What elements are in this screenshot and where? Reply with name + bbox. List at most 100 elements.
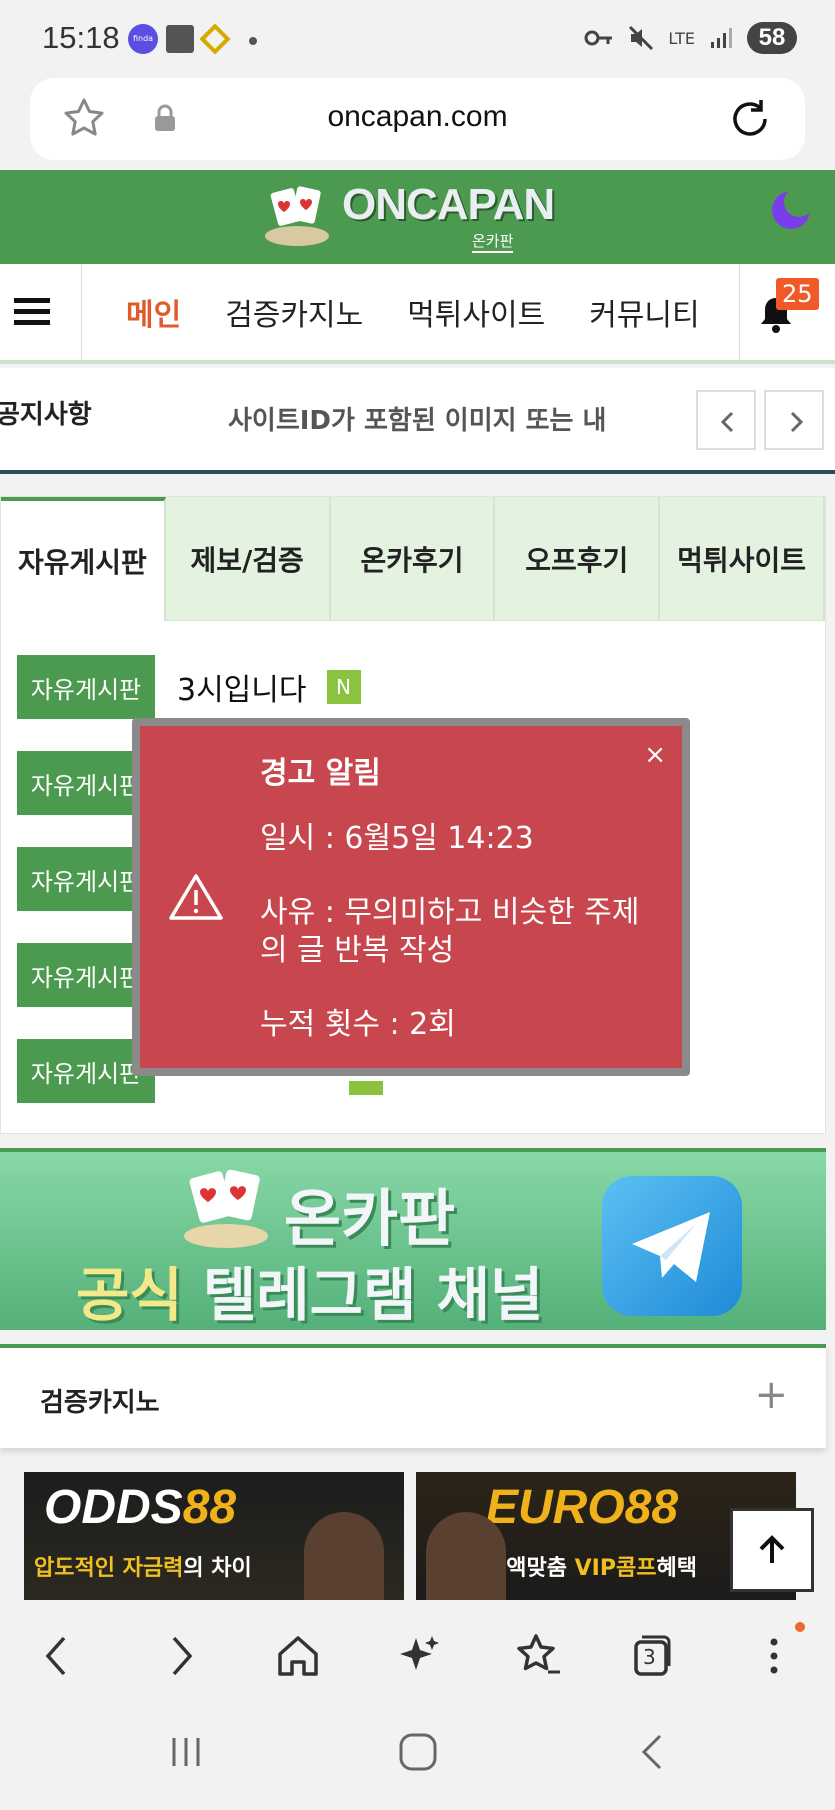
cards-logo-icon: [265, 186, 329, 246]
ad-model-image: [426, 1512, 506, 1600]
notice-text[interactable]: 사이트ID가 포함된 이미지 또는 내: [228, 400, 606, 437]
sparkle-icon[interactable]: [390, 1628, 446, 1684]
ad-brand-number: 88: [182, 1481, 237, 1534]
expand-plus-icon[interactable]: +: [754, 1372, 788, 1418]
notice-next-button[interactable]: [764, 390, 824, 450]
banner-line2: 공식 텔레그램 채널: [76, 1248, 543, 1330]
arrow-up-icon: [759, 1535, 785, 1563]
tab-scam-sites[interactable]: 먹튀사이트: [660, 497, 825, 621]
ad-tagline-highlight: VIP콤프: [574, 1556, 657, 1581]
notice-prev-button[interactable]: [696, 390, 756, 450]
ad-tagline-highlight: 압도적인 자금력: [34, 1556, 184, 1581]
hamburger-line: [14, 309, 50, 314]
site-logo[interactable]: ONCAPAN 온카판: [262, 176, 562, 256]
page: 15:18 finda LTE 58 oncapan.com ONCAPAN 온…: [0, 0, 835, 1810]
system-back-icon[interactable]: [634, 1732, 674, 1772]
warning-count: 누적 횟수 : 2회: [260, 1007, 456, 1042]
ad-tagline-end: 혜택: [656, 1556, 697, 1581]
mute-icon: [629, 25, 654, 51]
more-menu-icon[interactable]: [746, 1628, 802, 1684]
reload-icon[interactable]: [727, 96, 773, 142]
nav-items: 메인 검증카지노 먹튀사이트 커뮤니티: [82, 264, 737, 360]
finda-icon: finda: [128, 24, 158, 54]
url-text[interactable]: oncapan.com: [30, 100, 805, 134]
warning-date: 일시 : 6월5일 14:23: [260, 821, 534, 856]
notice-bar: 공지사항 사이트ID가 포함된 이미지 또는 내: [0, 368, 835, 474]
network-type: LTE: [668, 28, 695, 48]
home-button-icon[interactable]: [396, 1730, 440, 1774]
nav-item-scam-sites[interactable]: 먹튀사이트: [385, 290, 567, 334]
tab-free-board[interactable]: 자유게시판: [1, 497, 166, 621]
notification-count-badge: 25: [776, 278, 819, 310]
system-nav-bar: [0, 1710, 835, 1810]
back-icon[interactable]: [30, 1628, 86, 1684]
board-tabs: 자유게시판 제보/검증 온카후기 오프후기 먹튀사이트: [1, 497, 825, 621]
ad-tagline: 압도적인 자금력의 차이: [34, 1550, 252, 1582]
notifications-button[interactable]: 25: [739, 264, 835, 360]
tab-oncapan-reviews[interactable]: 온카후기: [330, 497, 496, 621]
tabs-count: 3: [643, 1645, 656, 1669]
modal-title: 경고 알림: [260, 756, 381, 791]
ad-tagline-rest: 의 차이: [183, 1556, 252, 1581]
status-icons: LTE 58: [584, 22, 797, 54]
ad-brand-main: ODDS: [44, 1481, 183, 1534]
banner-line1: 온카판: [284, 1182, 456, 1255]
menu-notification-dot: [795, 1622, 805, 1632]
nav-item-verified-casino[interactable]: 검증카지노: [203, 290, 385, 334]
main-nav: 메인 검증카지노 먹튀사이트 커뮤니티 25: [0, 264, 835, 364]
ad-brand: EURO88: [486, 1481, 679, 1534]
dark-mode-moon-icon[interactable]: [769, 188, 813, 232]
telegram-icon: [602, 1176, 742, 1316]
recent-apps-icon[interactable]: [166, 1732, 206, 1772]
status-bar: 15:18 finda LTE 58: [0, 0, 835, 78]
ad-model-image: [304, 1512, 384, 1600]
hamburger-menu-button[interactable]: [0, 264, 82, 360]
app-notification-icon: [166, 25, 194, 53]
forward-icon[interactable]: [152, 1628, 208, 1684]
modal-body: 경고 알림 일시 : 6월5일 14:23 사유 : 무의미하고 비슷한 주제의…: [260, 748, 660, 1044]
banner-line2-rest: 텔레그램 채널: [182, 1261, 544, 1329]
warning-triangle-icon: [169, 874, 223, 920]
hamburger-line: [14, 320, 50, 325]
address-bar[interactable]: oncapan.com: [30, 78, 805, 160]
logo-text: ONCAPAN: [342, 180, 555, 229]
warning-reason: 사유 : 무의미하고 비슷한 주제의 글 반복 작성: [260, 895, 640, 968]
hamburger-line: [14, 298, 50, 303]
chevron-right-icon: [790, 411, 804, 433]
banner-highlight: 공식: [76, 1261, 183, 1329]
browser-toolbar: 3: [0, 1600, 835, 1710]
more-notifications-dot: [249, 37, 257, 45]
cards-logo-icon: [184, 1169, 268, 1248]
key-icon: [584, 30, 613, 46]
nav-item-community[interactable]: 커뮤니티: [567, 290, 721, 334]
status-time: 15:18: [42, 20, 120, 55]
casino-ads: ODDS88 압도적인 자금력의 차이 EURO88 긴액맞춤 VIP콤프혜택: [0, 1470, 835, 1600]
section-title: 검증카지노: [40, 1388, 160, 1418]
verified-casino-section[interactable]: 검증카지노 +: [0, 1344, 826, 1448]
nav-item-main[interactable]: 메인: [82, 290, 203, 334]
ad-brand: ODDS88: [44, 1480, 236, 1535]
tab-report-verify[interactable]: 제보/검증: [165, 497, 331, 621]
notice-label: 공지사항: [0, 400, 92, 430]
new-badge: [349, 1081, 383, 1095]
binance-icon: [199, 23, 231, 55]
list-item[interactable]: 자유게시판 3시입니다 N: [17, 655, 361, 719]
logo-subtext: 온카판: [472, 230, 514, 253]
telegram-channel-banner[interactable]: 온카판 공식 텔레그램 채널: [0, 1148, 826, 1330]
new-badge: N: [326, 670, 361, 704]
site-header: ONCAPAN 온카판: [0, 170, 835, 264]
battery-indicator: 58: [747, 22, 797, 54]
chevron-left-icon: [720, 411, 734, 433]
post-category[interactable]: 자유게시판: [17, 655, 155, 719]
bookmarks-star-icon[interactable]: [510, 1628, 566, 1684]
tabs-button[interactable]: 3: [624, 1628, 680, 1684]
post-title[interactable]: 3시입니다: [177, 665, 307, 709]
signal-icon: [711, 28, 732, 48]
warning-modal: × 경고 알림 일시 : 6월5일 14:23 사유 : 무의미하고 비슷한 주…: [132, 718, 690, 1076]
scroll-to-top-button[interactable]: [730, 1508, 814, 1592]
tab-offline-reviews[interactable]: 오프후기: [495, 497, 661, 621]
home-icon[interactable]: [270, 1628, 326, 1684]
paper-plane-icon: [632, 1212, 710, 1282]
ad-tagline: 긴액맞춤 VIP콤프혜택: [486, 1550, 697, 1582]
ad-odds88[interactable]: ODDS88 압도적인 자금력의 차이: [24, 1472, 404, 1600]
